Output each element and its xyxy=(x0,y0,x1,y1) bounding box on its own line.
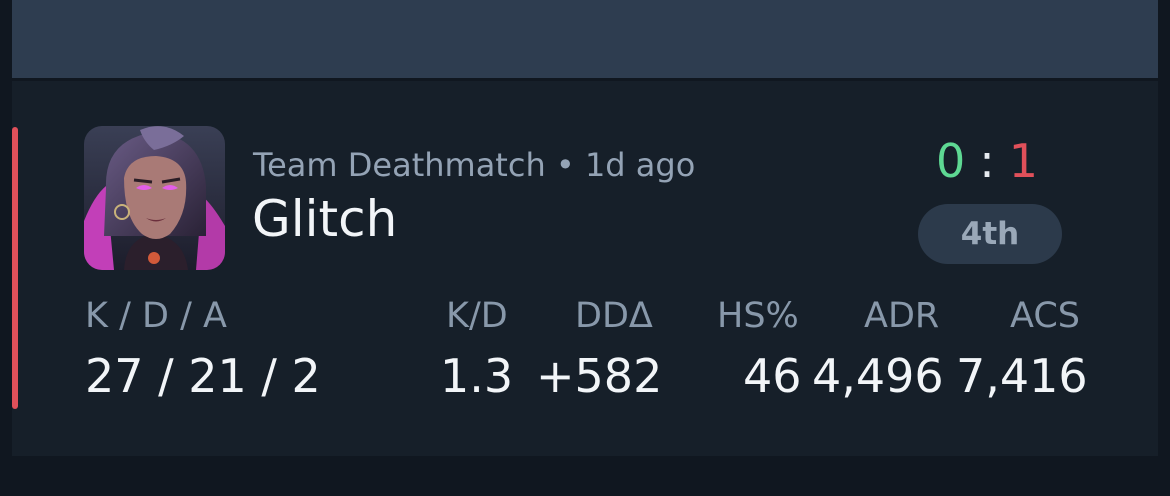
dda-value: +582 xyxy=(536,349,663,403)
placement-badge: 4th xyxy=(918,204,1062,264)
match-time-ago: 1d ago xyxy=(584,146,696,184)
agent-portrait-icon xyxy=(84,126,225,270)
score-separator: : xyxy=(979,134,995,188)
match-meta: Team Deathmatch • 1d ago xyxy=(253,145,695,185)
agent-name: Glitch xyxy=(252,190,398,248)
acs-label: ACS xyxy=(1010,296,1080,336)
prev-adr-value: 4.496 xyxy=(741,0,867,8)
loss-indicator-bar xyxy=(12,127,18,409)
kd-label: K/D xyxy=(446,296,508,336)
match-card[interactable]: Team Deathmatch • 1d ago Glitch 0:1 4th … xyxy=(12,81,1158,456)
adr-label: ADR xyxy=(864,296,940,336)
enemy-score: 1 xyxy=(1008,134,1039,188)
hs-value: 46 xyxy=(743,349,802,403)
kda-label: K / D / A xyxy=(85,296,227,336)
team-score: 0 xyxy=(936,134,966,188)
prev-kd-value: 1.3 xyxy=(64,0,134,8)
dda-label: DDΔ xyxy=(575,296,653,336)
adr-value: 4,496 xyxy=(812,349,944,403)
prev-dda-value: +582 xyxy=(266,0,387,8)
prev-hs-value: 46 xyxy=(563,0,619,8)
meta-separator: • xyxy=(555,146,575,184)
kda-value: 27 / 21 / 2 xyxy=(85,349,321,403)
hs-label: HS% xyxy=(717,296,799,336)
match-score: 0:1 xyxy=(936,133,1038,189)
previous-match-card[interactable]: 1.3 +582 46 4.496 7.416 xyxy=(12,0,1158,78)
prev-acs-value: 7.416 xyxy=(956,0,1082,8)
kd-value: 1.3 xyxy=(440,349,514,403)
game-mode: Team Deathmatch xyxy=(253,146,546,184)
acs-value: 7,416 xyxy=(956,349,1088,403)
